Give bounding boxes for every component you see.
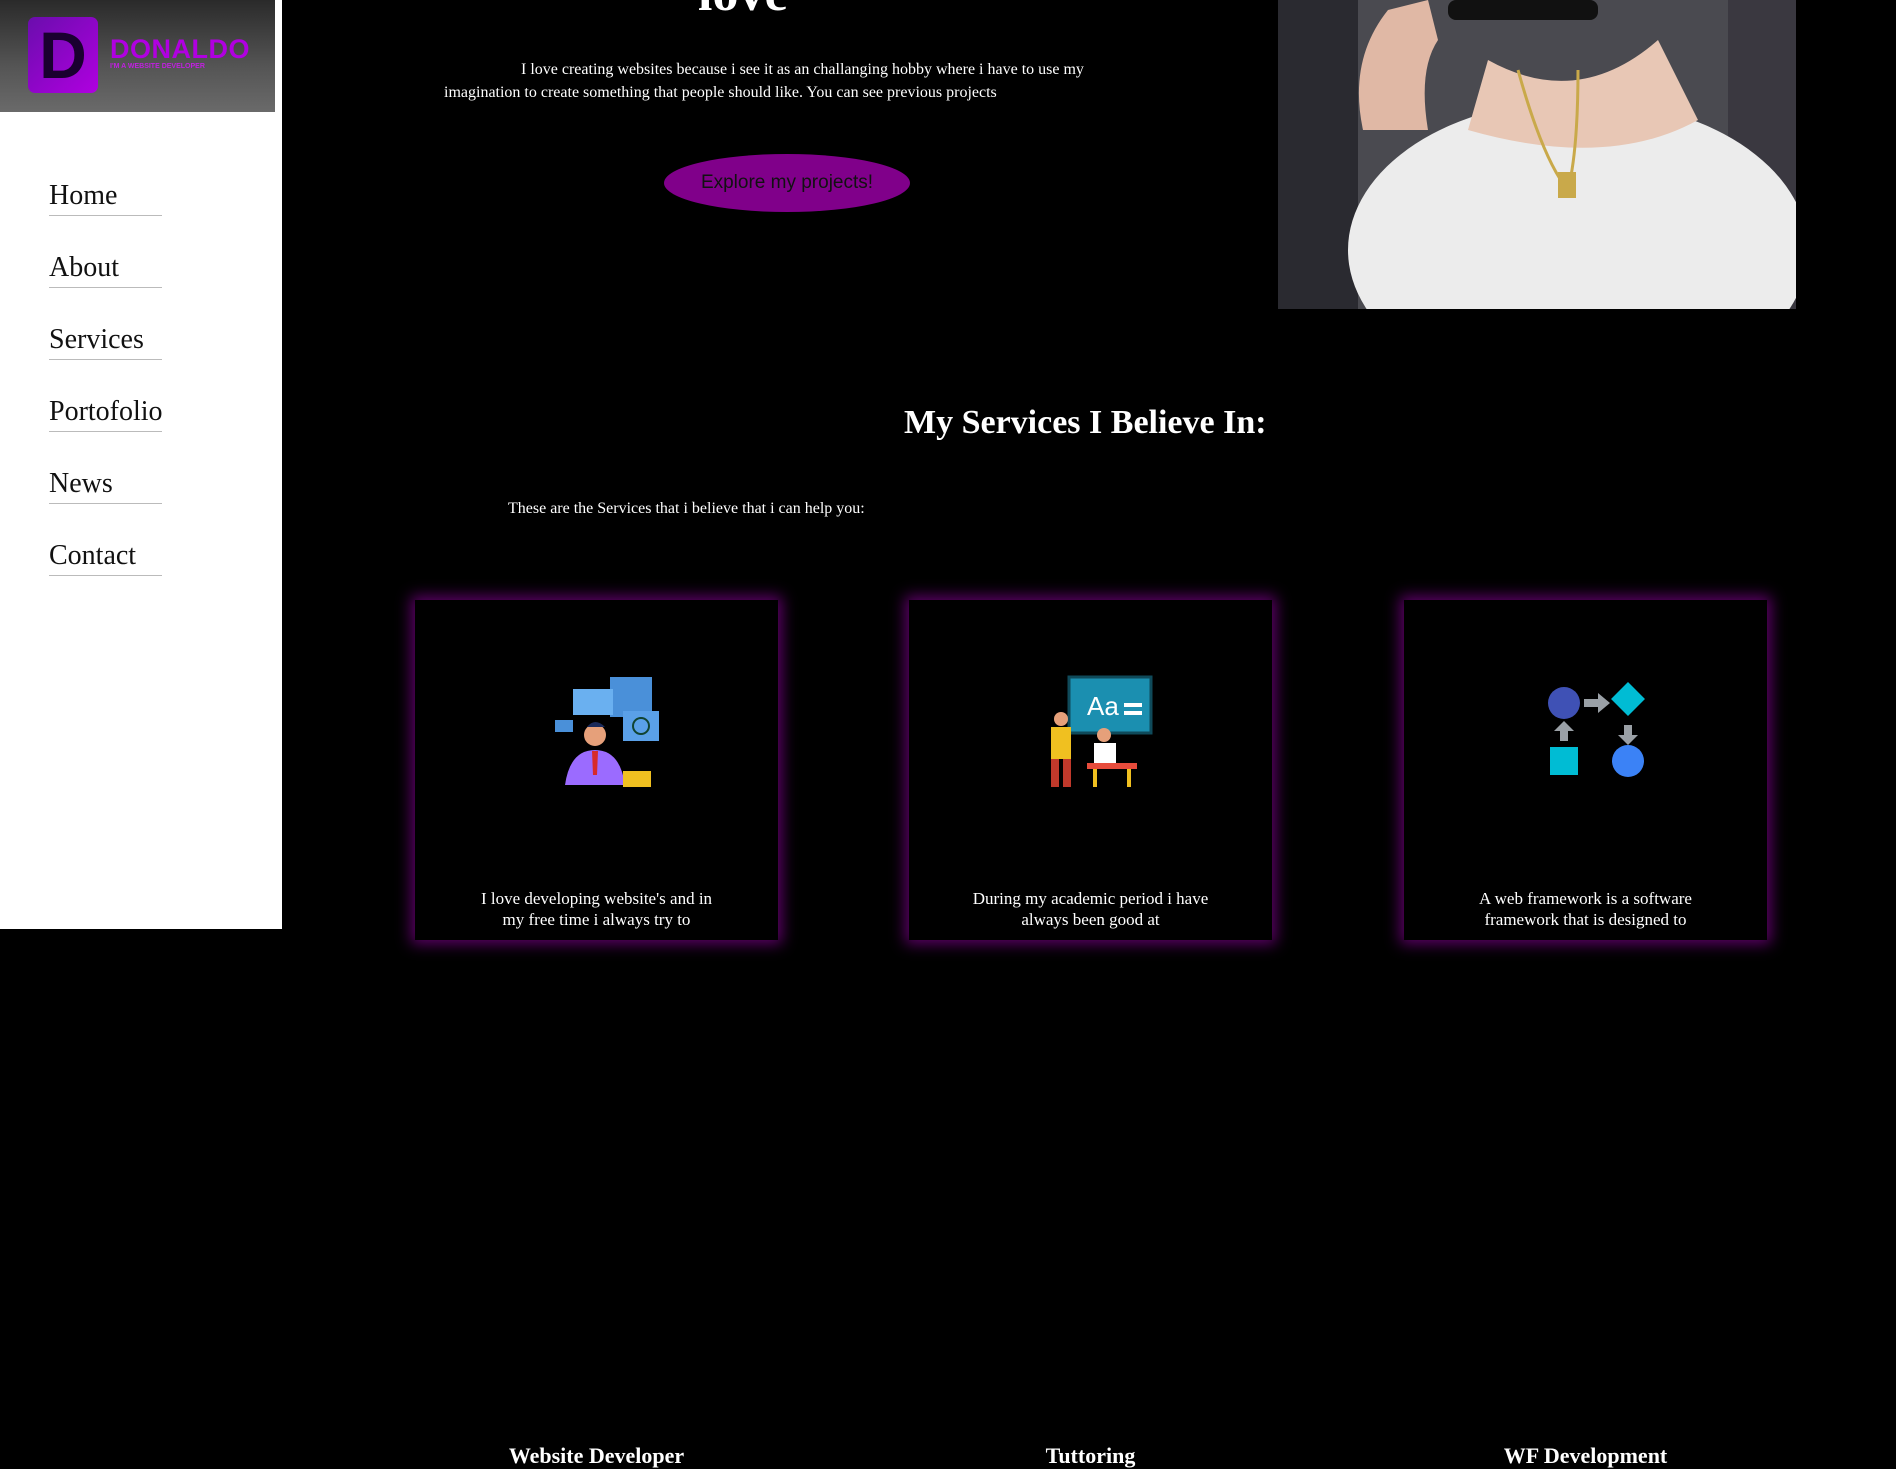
tutoring-icon: Aa (1051, 675, 1153, 787)
nav-item-home[interactable]: Home (49, 178, 162, 250)
service-card-text: During my academic period i have always … (972, 889, 1209, 929)
service-card-title: WF Development (1503, 1443, 1668, 1468)
nav-item-news[interactable]: News (49, 466, 162, 538)
services-title: My Services I Believe In: (904, 404, 1267, 441)
workflow-icon (1548, 682, 1645, 777)
logo-mark-icon: D (28, 17, 98, 93)
profile-photo (1278, 0, 1796, 309)
brand-tagline: I'M A WEBSITE DEVELOPER (110, 63, 205, 70)
explore-projects-button[interactable]: Explore my projects! (664, 154, 910, 212)
service-card-tutoring[interactable]: Aa Tuttoring During my academic period i… (909, 600, 1272, 1468)
service-card-text: A web framework is a software framework … (1479, 889, 1692, 929)
nav-item-portofolio[interactable]: Portofolio (49, 394, 163, 466)
brand-name: DONALDO (110, 34, 250, 64)
service-card-web-developer[interactable]: Website Developer I love developing webs… (415, 600, 778, 1468)
service-card-text: I love developing website's and in my fr… (480, 889, 713, 929)
sidebar-nav: Home About Services Portofolio News Cont… (49, 178, 163, 610)
svg-text:Aa: Aa (1087, 691, 1119, 721)
nav-item-about[interactable]: About (49, 250, 162, 322)
nav-item-contact[interactable]: Contact (49, 538, 162, 610)
service-card-wf-development[interactable]: WF Development A web framework is a soft… (1404, 600, 1767, 1468)
sidebar: D DONALDO I'M A WEBSITE DEVELOPER Home A… (0, 0, 282, 929)
web-developer-icon (555, 677, 659, 787)
nav-item-services[interactable]: Services (49, 322, 162, 394)
logo[interactable]: D DONALDO I'M A WEBSITE DEVELOPER (0, 0, 275, 112)
service-card-title: Website Developer (508, 1443, 685, 1468)
services-subtitle: These are the Services that i believe th… (508, 500, 865, 517)
hero-text: I love creating websites because i see i… (444, 61, 1084, 101)
service-card-title: Tuttoring (1045, 1443, 1136, 1468)
hero-heading: love (698, 0, 788, 23)
